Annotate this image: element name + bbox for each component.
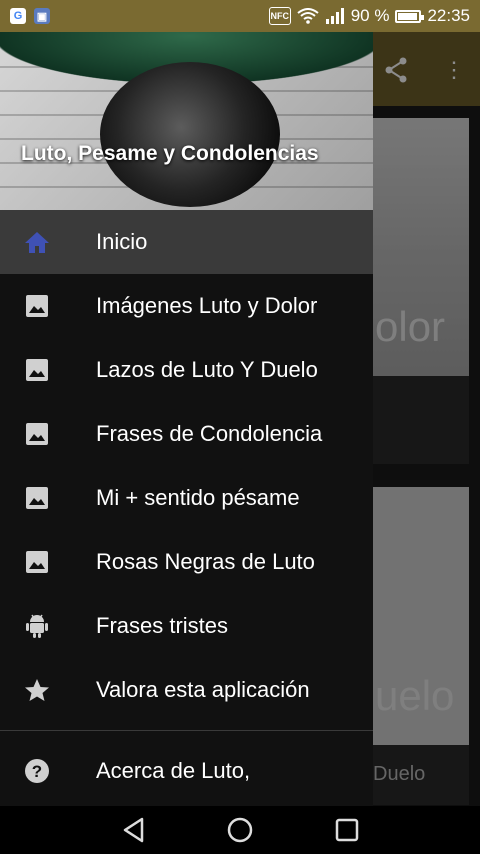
menu-item-rosas-negras[interactable]: Rosas Negras de Luto (0, 530, 373, 594)
menu-item-valora-app[interactable]: Valora esta aplicación (0, 658, 373, 722)
menu-divider (0, 730, 373, 731)
menu-item-label: Mi + sentido pésame (96, 485, 300, 510)
drawer-header: Luto, Pesame y Condolencias (0, 32, 373, 210)
menu-item-label: Valora esta aplicación (96, 677, 310, 702)
navigation-drawer: Luto, Pesame y Condolencias Inicio Imáge… (0, 32, 373, 806)
home-nav-icon[interactable] (226, 816, 254, 844)
image-notification-icon: ▣ (34, 8, 50, 24)
battery-percent: 90 % (350, 6, 390, 25)
menu-item-label: Acerca de Luto, (96, 758, 251, 783)
menu-item-frases-tristes[interactable]: Frases tristes (0, 594, 373, 658)
menu-item-lazos-luto[interactable]: Lazos de Luto Y Duelo (0, 338, 373, 402)
drawer-scrim[interactable] (373, 32, 480, 806)
back-icon[interactable] (120, 816, 148, 844)
image-icon (24, 357, 50, 383)
recents-icon[interactable] (333, 816, 361, 844)
menu-item-label: Lazos de Luto Y Duelo (96, 357, 318, 382)
menu-item-inicio[interactable]: Inicio (0, 210, 373, 274)
image-icon (24, 549, 50, 575)
menu-item-label: Inicio (96, 229, 148, 254)
wifi-icon (297, 8, 319, 24)
menu-item-frases-condolencia[interactable]: Frases de Condolencia (0, 402, 373, 466)
menu-item-label: Imágenes Luto y Dolor (96, 293, 318, 318)
menu-item-label: Frases tristes (96, 613, 229, 638)
battery-icon (395, 9, 425, 23)
header-image-rose (100, 62, 280, 207)
home-icon (24, 229, 50, 255)
help-icon: ? (24, 758, 50, 784)
svg-text:?: ? (32, 762, 42, 781)
android-icon (24, 613, 50, 639)
menu-item-imagenes-luto[interactable]: Imágenes Luto y Dolor (0, 274, 373, 338)
menu-item-label: Rosas Negras de Luto (96, 549, 315, 574)
star-icon (24, 677, 50, 703)
image-icon (24, 293, 50, 319)
image-icon (24, 485, 50, 511)
menu-item-acerca-de[interactable]: ? Acerca de Luto, (0, 739, 373, 803)
system-nav-bar (0, 806, 480, 854)
status-time: 22:35 (427, 6, 470, 25)
nfc-icon: NFC (268, 7, 291, 25)
signal-icon (325, 8, 344, 24)
drawer-menu: Inicio Imágenes Luto y Dolor Lazos de Lu… (0, 210, 373, 803)
google-icon: G (10, 8, 26, 24)
menu-item-sentido-pesame[interactable]: Mi + sentido pésame (0, 466, 373, 530)
menu-item-label: Frases de Condolencia (96, 421, 323, 446)
drawer-header-title: Luto, Pesame y Condolencias (21, 142, 319, 165)
status-bar: G ▣ NFC 90 % 22:35 (0, 0, 480, 32)
image-icon (24, 421, 50, 447)
